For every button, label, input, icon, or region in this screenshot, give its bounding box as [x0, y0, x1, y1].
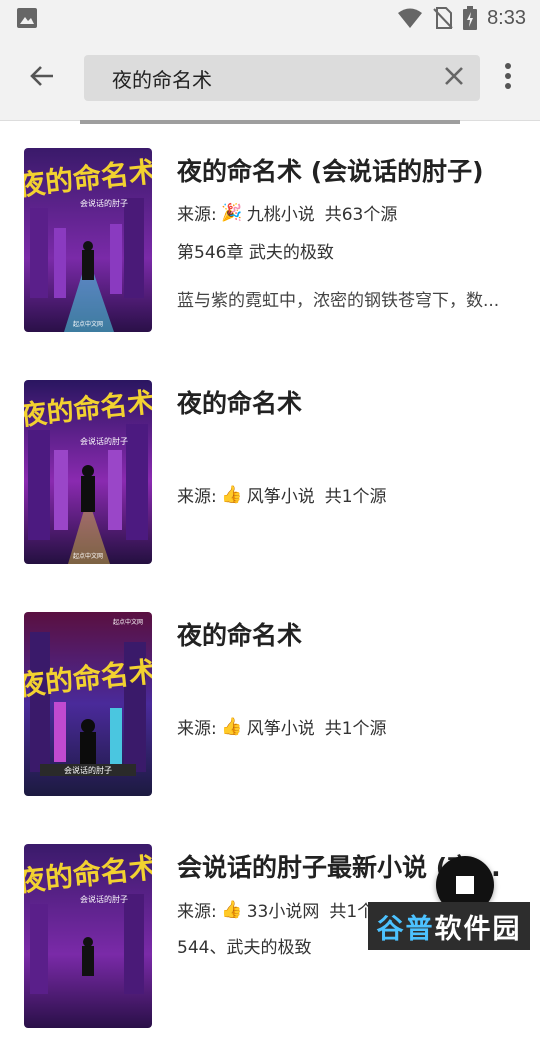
- source-label: 来源:: [177, 902, 217, 922]
- source-count: 共63个源: [324, 205, 398, 225]
- source-label: 来源:: [177, 719, 217, 739]
- party-icon: 🎉: [221, 202, 243, 223]
- status-time: 8:33: [487, 6, 526, 29]
- book-cover: 夜的命名术 会说话的肘子 起点中文网: [24, 612, 152, 796]
- cover-author: 会说话的肘子: [80, 894, 128, 904]
- list-item[interactable]: 夜的命名术 会说话的肘子 起点中文网 夜的命名术 (会说话的肘子) 来源: 🎉 …: [0, 124, 540, 356]
- search-input[interactable]: 夜的命名术: [84, 55, 480, 101]
- cover-author: 会说话的肘子: [64, 765, 112, 775]
- cover-publisher: 起点中文网: [73, 552, 103, 560]
- thumbs-up-icon: 👍: [221, 716, 243, 737]
- book-source-line: 来源: 🎉 九桃小说 共63个源: [177, 200, 517, 226]
- source-count: 共1个源: [324, 719, 387, 739]
- latest-chapter: 第546章 武夫的极致: [177, 243, 334, 263]
- more-vert-icon: [504, 63, 512, 93]
- source-label: 来源:: [177, 205, 217, 225]
- list-item[interactable]: 夜的命名术 会说话的肘子 起点中文网 夜的命名术: [0, 356, 540, 588]
- source-name: 风筝小说: [246, 487, 315, 507]
- book-title: 夜的命名术 (会说话的肘子): [177, 157, 484, 186]
- battery-charging-icon: [463, 6, 478, 30]
- clear-search-button[interactable]: [434, 55, 474, 101]
- search-input-value[interactable]: 夜的命名术: [112, 64, 434, 93]
- cover-publisher: 起点中文网: [113, 618, 143, 626]
- book-title: 夜的命名术: [177, 389, 303, 418]
- book-title: 夜的命名术: [177, 621, 303, 650]
- source-name: 风筝小说: [246, 719, 315, 739]
- status-bar: 8:33: [0, 0, 540, 36]
- book-cover: 夜的命名术 会说话的肘子 起点中文网: [24, 148, 152, 332]
- cover-author: 会说话的肘子: [80, 436, 128, 446]
- back-button[interactable]: [24, 60, 60, 96]
- list-item[interactable]: 夜的命名术 会说话的肘子 起点中文网 夜的命名术: [0, 588, 540, 820]
- no-sim-icon: [433, 7, 453, 29]
- image-icon: [16, 7, 38, 29]
- source-name: 33小说网: [246, 902, 320, 922]
- stop-icon: [456, 876, 474, 894]
- watermark-part2: 软件园: [434, 913, 522, 945]
- clear-icon: [444, 66, 464, 90]
- source-label: 来源:: [177, 487, 217, 507]
- source-name: 九桃小说: [246, 205, 315, 225]
- search-toolbar: 夜的命名术: [0, 36, 540, 121]
- back-arrow-icon: [29, 63, 55, 93]
- cover-author: 会说话的肘子: [80, 198, 128, 208]
- source-count: 共1个源: [324, 487, 387, 507]
- wifi-icon: [397, 7, 423, 29]
- more-options-button[interactable]: [494, 62, 522, 94]
- book-cover: 夜的命名术 会说话的肘子: [24, 844, 152, 1028]
- book-source-line: 来源: 👍 风筝小说 共1个源: [177, 714, 517, 740]
- thumbs-up-icon: 👍: [221, 484, 243, 505]
- book-intro: 蓝与紫的霓虹中，浓密的钢铁苍穹下，数...: [177, 291, 500, 311]
- watermark-logo: 谷普 软件园: [368, 902, 530, 950]
- cover-publisher: 起点中文网: [73, 320, 103, 328]
- book-cover: 夜的命名术 会说话的肘子 起点中文网: [24, 380, 152, 564]
- thumbs-up-icon: 👍: [221, 899, 243, 920]
- watermark-part1: 谷普: [376, 913, 435, 945]
- book-source-line: 来源: 👍 风筝小说 共1个源: [177, 482, 517, 508]
